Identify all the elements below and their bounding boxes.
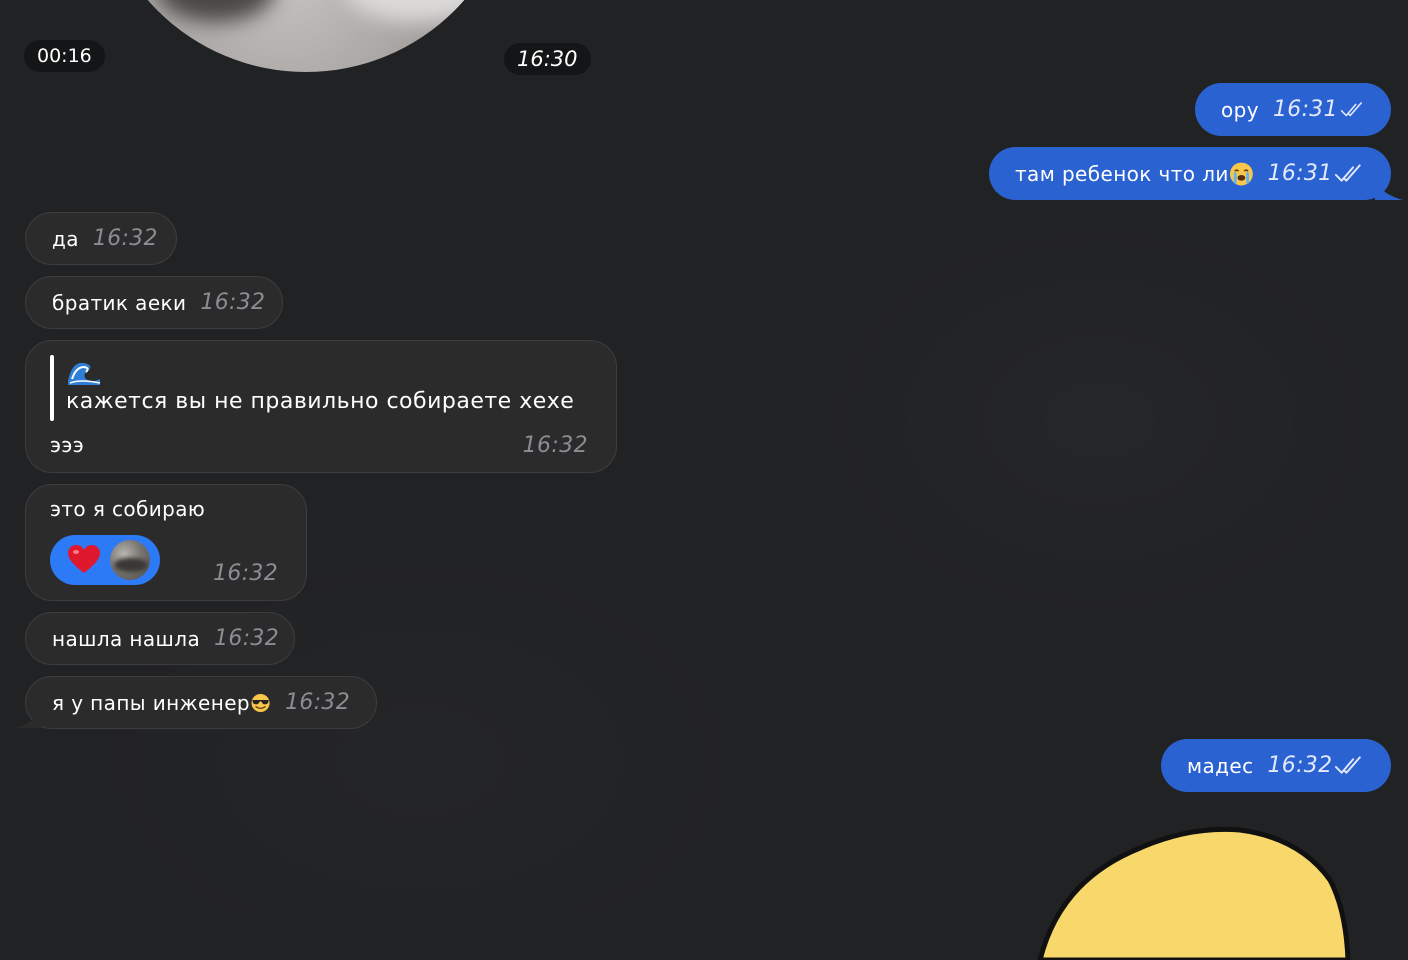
message-time: 16:32 [522,433,588,458]
incoming-message[interactable]: нашла нашла 16:32 [25,612,295,665]
red-heart-emoji [68,545,100,573]
reply-quote-text: кажется вы не правильно собираете хехе [66,389,575,414]
message-text: эээ [50,433,85,457]
message-text: мадес [1187,753,1254,778]
sunglasses-face-emoji [251,693,270,712]
round-video-message[interactable] [96,0,516,72]
message-time: 16:32 [92,226,158,251]
message-text: я у папы инженер [52,690,251,715]
crying-face-emoji [1229,162,1253,185]
message-text: там ребенок что ли [1015,161,1229,186]
video-time-badge: 16:30 [504,43,591,75]
incoming-message[interactable]: это я собираю 16:32 [25,484,307,601]
outgoing-message[interactable]: там ребенок что ли 16:31 [989,147,1403,200]
message-time: 16:31 [1272,97,1338,122]
incoming-message[interactable]: я у папы инженер 16:32 [14,676,377,729]
user-avatar [110,540,150,580]
message-time: 16:32 [200,290,266,315]
avatar-image [114,558,148,572]
message-time: 16:32 [214,626,280,651]
message-text: братик аеки [52,290,187,315]
message-time: 16:32 [213,561,278,586]
bubble-tail [1375,180,1403,200]
video-frame-blur [156,0,276,22]
message-time: 16:32 [285,690,350,715]
chat-area[interactable]: 00:16 16:30 ору 16:31 там ребенок что ли… [0,0,1408,960]
reaction-button[interactable] [50,535,160,585]
message-text: ору [1221,97,1259,122]
message-text: нашла нашла [52,626,201,651]
double-check-icon [1335,163,1362,182]
incoming-reply-message[interactable]: кажется вы не правильно собираете хехе э… [25,340,617,473]
video-duration-badge: 00:16 [24,40,105,72]
message-text: это я собираю [50,497,206,521]
message-time: 16:31 [1267,161,1333,186]
reply-quote[interactable]: кажется вы не правильно собираете хехе [66,357,574,414]
incoming-message[interactable]: да 16:32 [25,212,177,265]
double-check-icon [1335,755,1362,774]
reply-quote-bar [50,355,54,421]
outgoing-message[interactable]: мадес 16:32 [1161,739,1391,792]
sticker[interactable] [1030,820,1360,960]
bubble-tail [14,709,42,728]
wave-emoji [66,357,102,385]
double-check-icon [1340,101,1362,116]
message-time: 16:32 [1267,753,1333,778]
video-frame-blur [346,0,496,22]
message-text: да [52,226,79,251]
outgoing-message[interactable]: ору 16:31 [1195,83,1391,136]
incoming-message[interactable]: братик аеки 16:32 [25,276,283,329]
